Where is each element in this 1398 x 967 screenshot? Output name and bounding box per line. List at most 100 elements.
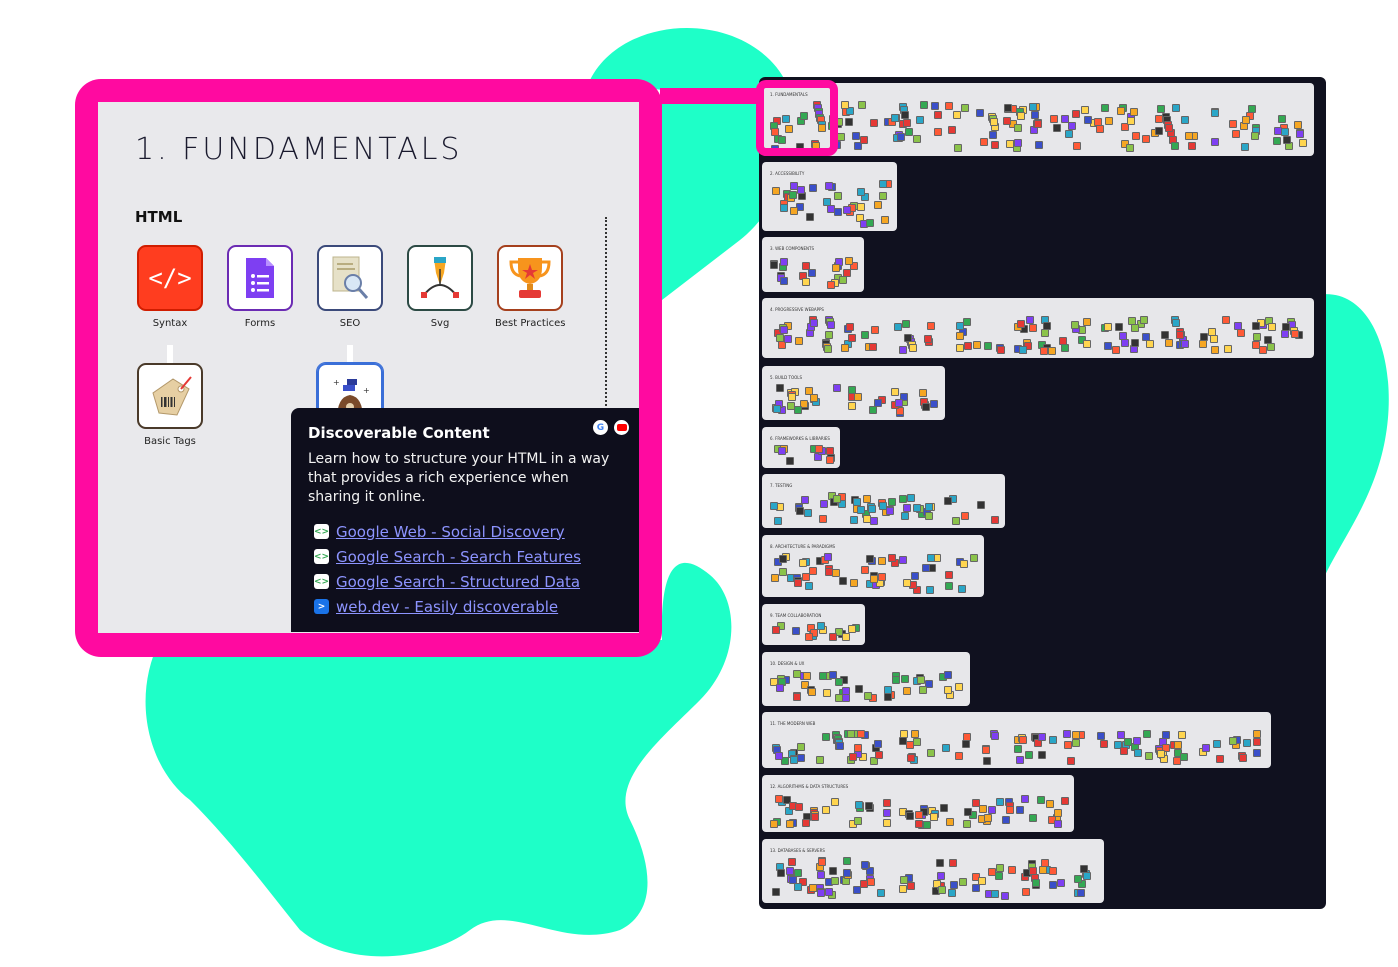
roadmap-section-accessibility[interactable]: 2. ACCESSIBILITY — [762, 162, 897, 231]
tile-svg[interactable]: Svg — [405, 245, 475, 329]
roadmap-mini-icon — [884, 686, 892, 694]
roadmap-section-architecture[interactable]: 8. ARCHITECTURE & PARADIGMS — [762, 535, 984, 597]
roadmap-mini-icon — [899, 885, 907, 893]
roadmap-mini-icon — [879, 192, 887, 200]
roadmap-mini-icon — [772, 626, 780, 634]
popup-link-item: <> Google Web - Social Discovery — [314, 519, 623, 544]
roadmap-mini-icon — [868, 505, 876, 513]
tile-best-practices[interactable]: Best Practices — [495, 245, 565, 329]
roadmap-mini-icon — [1100, 740, 1108, 748]
roadmap-mini-icon — [927, 749, 935, 757]
roadmap-mini-icon — [956, 344, 964, 352]
roadmap-mini-icon — [1017, 320, 1025, 328]
roadmap-mini-icon — [1213, 740, 1221, 748]
roadmap-mini-icon — [857, 203, 865, 211]
roadmap-mini-icon — [1124, 738, 1132, 746]
roadmap-mini-icon — [922, 564, 930, 572]
popup-title: Discoverable Content — [308, 424, 490, 442]
zoom-panel: 1. FUNDAMENTALS HTML </> Syntax Forms SE… — [98, 102, 639, 633]
roadmap-section-web-components[interactable]: 3. WEB COMPONENTS — [762, 237, 864, 292]
roadmap-mini-icon — [803, 672, 811, 680]
roadmap-mini-icon — [826, 456, 834, 464]
roadmap-mini-icon — [815, 445, 823, 453]
roadmap-section-testing[interactable]: 7. TESTING — [762, 474, 1005, 528]
roadmap-mini-icon — [848, 402, 856, 410]
roadmap-mini-icon — [1061, 344, 1069, 352]
roadmap-mini-icon — [899, 556, 907, 564]
roadmap-section-design-ux[interactable]: 10. DESIGN & UX — [762, 652, 970, 706]
roadmap-section-pwa[interactable]: 4. PROGRESSIVE WEBAPPS — [762, 298, 1314, 358]
roadmap-mini-icon — [817, 871, 825, 879]
roadmap-mini-icon — [1068, 122, 1076, 130]
roadmap-mini-icon — [991, 732, 999, 740]
zoom-connector-line — [660, 88, 760, 104]
tile-basic-tags[interactable]: Basic Tags — [135, 363, 205, 447]
roadmap-mini-icon — [1084, 116, 1092, 124]
roadmap-mini-icon — [989, 131, 997, 139]
roadmap-section-algorithms[interactable]: 12. ALGORITHMS & DATA STRUCTURES — [762, 775, 1074, 832]
roadmap-mini-icon — [1273, 137, 1281, 145]
tile-seo[interactable]: SEO — [315, 245, 385, 329]
roadmap-mini-icon — [792, 627, 800, 635]
youtube-icon[interactable] — [614, 420, 629, 435]
roadmap-mini-icon — [1229, 737, 1237, 745]
roadmap-mini-icon — [1155, 115, 1163, 123]
roadmap-mini-icon — [1061, 115, 1069, 123]
roadmap-mini-icon — [845, 118, 853, 126]
roadmap-mini-icon — [865, 802, 873, 810]
roadmap-mini-icon — [839, 577, 847, 585]
roadmap-section-team-collaboration[interactable]: 9. TEAM COLLABORATION — [762, 604, 865, 645]
roadmap-mini-icon — [960, 560, 968, 568]
roadmap-mini-icon — [780, 277, 788, 285]
roadmap-mini-icon — [990, 118, 998, 126]
roadmap-mini-icon — [954, 144, 962, 152]
roadmap-mini-icon — [942, 744, 950, 752]
roadmap-mini-icon — [790, 756, 798, 764]
roadmap-section-build-tools[interactable]: 5. BUILD TOOLS — [762, 366, 945, 420]
roadmap-mini-icon — [991, 890, 999, 898]
roadmap-mini-icon — [772, 187, 780, 195]
roadmap-section-modern-web[interactable]: 11. THE MODERN WEB — [762, 712, 1271, 768]
roadmap-mini-icon — [808, 269, 816, 277]
roadmap-mini-icon — [819, 672, 827, 680]
roadmap-mini-icon — [1126, 144, 1134, 152]
roadmap-mini-icon — [913, 738, 921, 746]
roadmap-mini-icon — [964, 342, 972, 350]
roadmap-mini-icon — [825, 888, 833, 896]
roadmap-mini-icon — [770, 261, 778, 269]
link-google-search-features[interactable]: Google Search - Search Features — [336, 548, 581, 566]
roadmap-mini-icon — [861, 566, 869, 574]
roadmap-section-databases[interactable]: 13. DATABASES & SERVERS — [762, 839, 1104, 903]
roadmap-mini-icon — [829, 867, 837, 875]
tile-syntax[interactable]: </> Syntax — [135, 245, 205, 329]
roadmap-mini-icon — [820, 500, 828, 508]
tile-label: SEO — [339, 318, 361, 329]
roadmap-mini-icon — [1001, 892, 1009, 900]
roadmap-mini-icon — [1008, 866, 1016, 874]
roadmap-mini-icon — [919, 389, 927, 397]
roadmap-mini-icon — [945, 571, 953, 579]
roadmap-mini-icon — [1006, 806, 1014, 814]
google-icon[interactable]: G — [593, 420, 608, 435]
roadmap-mini-icon — [1133, 737, 1141, 745]
roadmap-mini-icon — [824, 553, 832, 561]
roadmap-mini-icon — [779, 555, 787, 563]
roadmap-section-frameworks[interactable]: 6. FRAMEWORKS & LIBRARIES — [762, 427, 840, 468]
roadmap-mini-icon — [819, 515, 827, 523]
roadmap-section-fundamentals[interactable]: 1. FUNDAMENTALS — [762, 83, 1314, 156]
link-web-dev-discoverable[interactable]: web.dev - Easily discoverable — [336, 598, 558, 616]
link-google-structured-data[interactable]: Google Search - Structured Data — [336, 573, 580, 591]
roadmap-mini-icon — [778, 447, 786, 455]
roadmap-mini-icon — [883, 799, 891, 807]
section-label: 12. ALGORITHMS & DATA STRUCTURES — [770, 784, 849, 789]
section-label: 9. TEAM COLLABORATION — [770, 613, 822, 618]
link-google-web-social-discovery[interactable]: Google Web - Social Discovery — [336, 523, 565, 541]
roadmap-mini-icon — [1040, 347, 1048, 355]
roadmap-mini-icon — [1035, 141, 1043, 149]
roadmap-mini-icon — [909, 344, 917, 352]
roadmap-mini-icon — [1216, 755, 1224, 763]
roadmap-mini-icon — [920, 101, 928, 109]
tile-forms[interactable]: Forms — [225, 245, 295, 329]
roadmap-mini-icon — [818, 858, 826, 866]
roadmap-mini-icon — [842, 687, 850, 695]
